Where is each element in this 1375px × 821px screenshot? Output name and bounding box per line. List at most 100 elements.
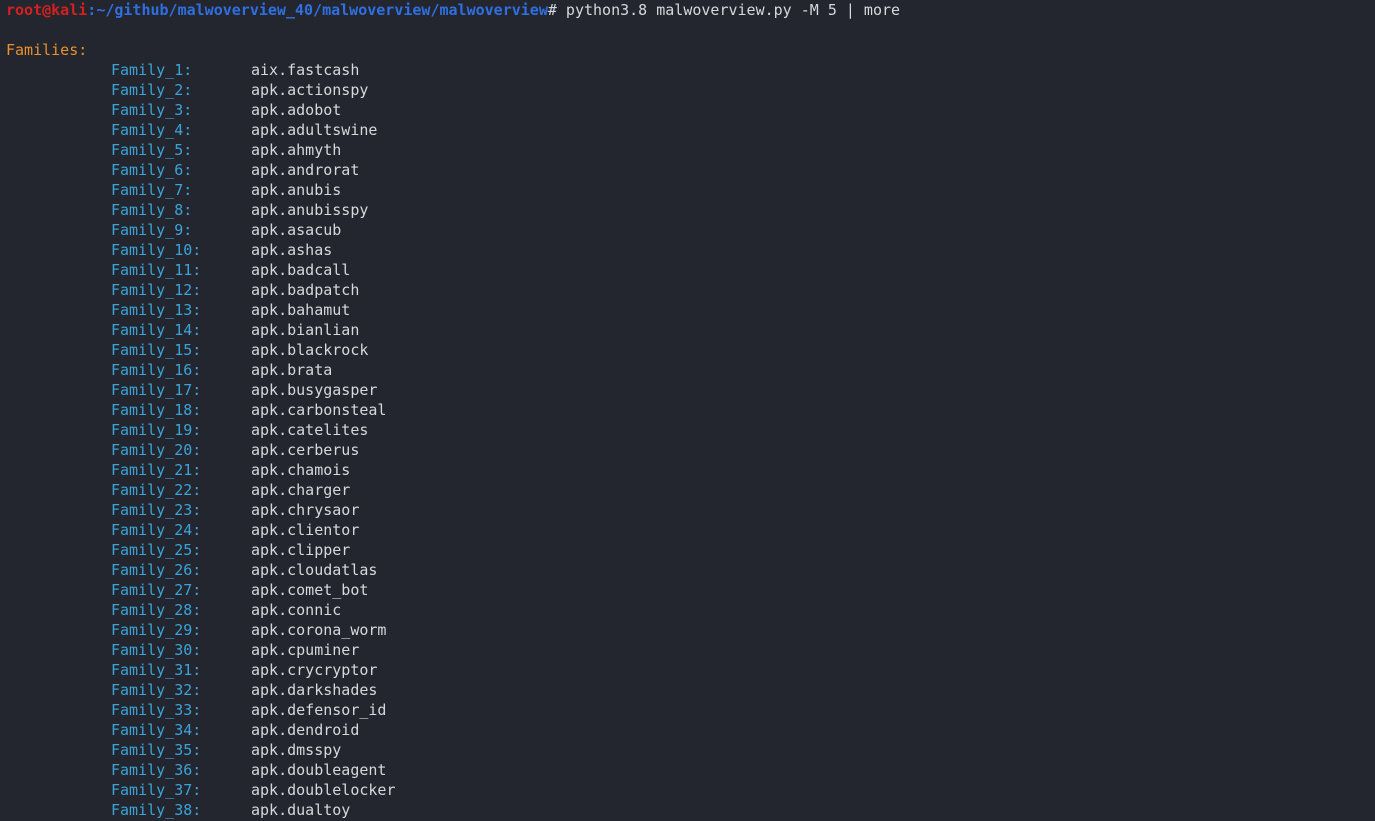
family-value: apk.androrat bbox=[251, 161, 360, 179]
family-value: apk.cerberus bbox=[251, 441, 360, 459]
section-title-label: Families: bbox=[6, 41, 88, 59]
family-value: apk.cpuminer bbox=[251, 641, 360, 659]
family-row: Family_14: apk.bianlian bbox=[0, 320, 1375, 340]
family-value: apk.crycryptor bbox=[251, 661, 378, 679]
family-key: Family_28: bbox=[111, 601, 202, 619]
family-row: Family_4: apk.adultswine bbox=[0, 120, 1375, 140]
family-row: Family_11: apk.badcall bbox=[0, 260, 1375, 280]
family-value: apk.dendroid bbox=[251, 721, 360, 739]
prompt-line: root@kali:~/github/malwoverview_40/malwo… bbox=[0, 0, 1375, 20]
family-value: apk.carbonsteal bbox=[251, 401, 387, 419]
family-row: Family_37: apk.doublelocker bbox=[0, 780, 1375, 800]
family-value: apk.adultswine bbox=[251, 121, 378, 139]
family-row: Family_8: apk.anubisspy bbox=[0, 200, 1375, 220]
family-key: Family_10: bbox=[111, 241, 202, 259]
family-row: Family_29: apk.corona_worm bbox=[0, 620, 1375, 640]
family-key: Family_21: bbox=[111, 461, 202, 479]
family-row: Family_34: apk.dendroid bbox=[0, 720, 1375, 740]
family-value: apk.busygasper bbox=[251, 381, 378, 399]
family-value: apk.ashas bbox=[251, 241, 333, 259]
family-value: apk.charger bbox=[251, 481, 351, 499]
family-key: Family_22: bbox=[111, 481, 202, 499]
family-row: Family_25: apk.clipper bbox=[0, 540, 1375, 560]
family-row: Family_16: apk.brata bbox=[0, 360, 1375, 380]
family-row: Family_21: apk.chamois bbox=[0, 460, 1375, 480]
family-row: Family_19: apk.catelites bbox=[0, 420, 1375, 440]
family-row: Family_23: apk.chrysaor bbox=[0, 500, 1375, 520]
family-key: Family_24: bbox=[111, 521, 202, 539]
family-key: Family_5: bbox=[111, 141, 193, 159]
family-value: apk.anubis bbox=[251, 181, 342, 199]
family-row: Family_5: apk.ahmyth bbox=[0, 140, 1375, 160]
family-value: apk.comet_bot bbox=[251, 581, 369, 599]
family-key: Family_15: bbox=[111, 341, 202, 359]
family-value: apk.dmsspy bbox=[251, 741, 342, 759]
family-value: apk.connic bbox=[251, 601, 342, 619]
family-key: Family_8: bbox=[111, 201, 193, 219]
command-text: python3.8 malwoverview.py -M 5 | more bbox=[556, 1, 901, 19]
family-key: Family_19: bbox=[111, 421, 202, 439]
family-value: apk.badpatch bbox=[251, 281, 360, 299]
family-key: Family_11: bbox=[111, 261, 202, 279]
family-key: Family_4: bbox=[111, 121, 193, 139]
family-key: Family_37: bbox=[111, 781, 202, 799]
family-row: Family_30: apk.cpuminer bbox=[0, 640, 1375, 660]
family-row: Family_24: apk.clientor bbox=[0, 520, 1375, 540]
family-row: Family_36: apk.doubleagent bbox=[0, 760, 1375, 780]
family-value: apk.chamois bbox=[251, 461, 351, 479]
family-key: Family_27: bbox=[111, 581, 202, 599]
family-row: Family_18: apk.carbonsteal bbox=[0, 400, 1375, 420]
family-row: Family_12: apk.badpatch bbox=[0, 280, 1375, 300]
family-value: apk.cloudatlas bbox=[251, 561, 378, 579]
family-value: apk.doubleagent bbox=[251, 761, 387, 779]
family-value: apk.bianlian bbox=[251, 321, 360, 339]
family-key: Family_32: bbox=[111, 681, 202, 699]
family-key: Family_33: bbox=[111, 701, 202, 719]
family-value: apk.corona_worm bbox=[251, 621, 387, 639]
family-row: Family_26: apk.cloudatlas bbox=[0, 560, 1375, 580]
family-value: apk.anubisspy bbox=[251, 201, 369, 219]
prompt-sigil: # bbox=[547, 1, 557, 19]
family-key: Family_20: bbox=[111, 441, 202, 459]
family-key: Family_35: bbox=[111, 741, 202, 759]
family-value: apk.clipper bbox=[251, 541, 351, 559]
family-key: Family_26: bbox=[111, 561, 202, 579]
family-key: Family_16: bbox=[111, 361, 202, 379]
family-row: Family_33: apk.defensor_id bbox=[0, 700, 1375, 720]
prompt-path: ~/github/malwoverview_40/malwoverview/ma… bbox=[96, 1, 548, 19]
terminal-window[interactable]: root@kali:~/github/malwoverview_40/malwo… bbox=[0, 0, 1375, 821]
family-row: Family_7: apk.anubis bbox=[0, 180, 1375, 200]
section-title-families: Families: bbox=[0, 40, 1375, 60]
family-row: Family_38: apk.dualtoy bbox=[0, 800, 1375, 820]
family-row: Family_27: apk.comet_bot bbox=[0, 580, 1375, 600]
family-key: Family_34: bbox=[111, 721, 202, 739]
family-value: apk.brata bbox=[251, 361, 333, 379]
family-value: apk.defensor_id bbox=[251, 701, 387, 719]
family-value: apk.asacub bbox=[251, 221, 342, 239]
family-key: Family_13: bbox=[111, 301, 202, 319]
family-key: Family_6: bbox=[111, 161, 193, 179]
family-row: Family_22: apk.charger bbox=[0, 480, 1375, 500]
family-key: Family_29: bbox=[111, 621, 202, 639]
family-row: Family_17: apk.busygasper bbox=[0, 380, 1375, 400]
family-key: Family_12: bbox=[111, 281, 202, 299]
family-key: Family_31: bbox=[111, 661, 202, 679]
family-row: Family_6: apk.androrat bbox=[0, 160, 1375, 180]
family-row: Family_28: apk.connic bbox=[0, 600, 1375, 620]
family-value: apk.bahamut bbox=[251, 301, 351, 319]
family-value: apk.adobot bbox=[251, 101, 342, 119]
family-row: Family_32: apk.darkshades bbox=[0, 680, 1375, 700]
family-key: Family_25: bbox=[111, 541, 202, 559]
prompt-separator: : bbox=[87, 1, 97, 19]
family-key: Family_2: bbox=[111, 81, 193, 99]
family-key: Family_18: bbox=[111, 401, 202, 419]
family-row: Family_10: apk.ashas bbox=[0, 240, 1375, 260]
family-key: Family_3: bbox=[111, 101, 193, 119]
family-row: Family_31: apk.crycryptor bbox=[0, 660, 1375, 680]
family-value: apk.ahmyth bbox=[251, 141, 342, 159]
family-key: Family_9: bbox=[111, 221, 193, 239]
family-row: Family_1: aix.fastcash bbox=[0, 60, 1375, 80]
family-key: Family_1: bbox=[111, 61, 193, 79]
family-key: Family_38: bbox=[111, 801, 202, 819]
